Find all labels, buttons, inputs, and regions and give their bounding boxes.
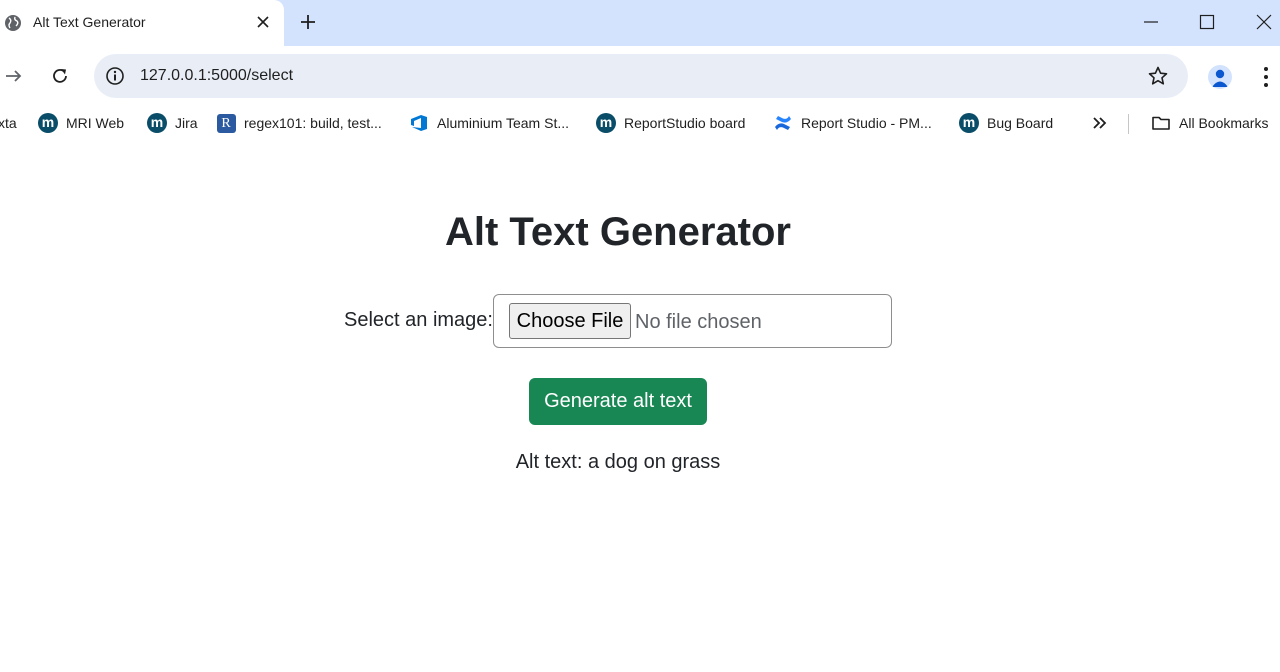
confluence-icon (773, 113, 793, 133)
address-bar[interactable]: 127.0.0.1:5000/select (94, 54, 1188, 98)
r-logo-icon: R (216, 113, 236, 133)
bookmark-star-icon[interactable] (1147, 65, 1169, 87)
bookmark-label: MRI Web (66, 115, 125, 131)
m-logo-icon: m (596, 113, 616, 133)
bookmark-item[interactable]: Aluminium Team St... (409, 106, 569, 140)
close-tab-icon[interactable] (254, 13, 272, 31)
profile-avatar-icon[interactable] (1208, 65, 1232, 89)
bookmarks-divider (1128, 114, 1129, 134)
bookmark-item[interactable]: R regex101: build, test... (216, 106, 382, 140)
maximize-icon[interactable] (1197, 12, 1217, 32)
bookmark-item[interactable]: m MRI Web (38, 106, 124, 140)
tab-strip: Alt Text Generator (0, 0, 1280, 46)
page-title: Alt Text Generator (445, 210, 791, 254)
tab-title: Alt Text Generator (33, 14, 146, 30)
folder-icon (1151, 113, 1171, 133)
choose-file-button[interactable]: Choose File (509, 303, 631, 339)
bookmark-item[interactable]: xta (0, 106, 17, 140)
reload-icon[interactable] (50, 66, 70, 86)
m-logo-icon: m (147, 113, 167, 133)
minimize-icon[interactable] (1141, 12, 1161, 32)
site-info-icon[interactable] (104, 65, 126, 87)
bookmark-label: Jira (175, 115, 198, 131)
m-logo-icon: m (959, 113, 979, 133)
all-bookmarks-button[interactable]: All Bookmarks (1151, 106, 1268, 140)
m-logo-icon: m (38, 113, 58, 133)
select-image-label: Select an image: (344, 309, 493, 331)
chevron-double-right-icon[interactable] (1090, 113, 1110, 133)
bookmark-label: regex101: build, test... (244, 115, 382, 131)
bookmark-label: Bug Board (987, 115, 1054, 131)
bookmark-label: Report Studio - PM... (801, 115, 932, 131)
active-tab[interactable]: Alt Text Generator (0, 0, 284, 46)
azure-devops-icon (409, 113, 429, 133)
page-content: Alt Text Generator Select an image: Choo… (0, 140, 1280, 672)
url-text[interactable]: 127.0.0.1:5000/select (140, 67, 293, 85)
bookmark-label: Aluminium Team St... (437, 115, 570, 131)
more-menu-icon[interactable] (1256, 65, 1276, 89)
close-window-icon[interactable] (1254, 12, 1274, 32)
bookmark-label: ReportStudio board (624, 115, 746, 131)
forward-arrow-icon[interactable] (4, 66, 24, 86)
bookmarks-bar: xta m MRI Web m Jira R regex101: build, … (0, 106, 1280, 140)
generate-alt-text-button[interactable]: Generate alt text (529, 378, 707, 425)
browser-toolbar: 127.0.0.1:5000/select (0, 46, 1280, 106)
bookmark-item[interactable]: m ReportStudio board (596, 106, 745, 140)
bookmark-item[interactable]: Report Studio - PM... (773, 106, 932, 140)
globe-icon (5, 15, 21, 31)
bookmark-item[interactable]: m Jira (147, 106, 198, 140)
bookmark-item[interactable]: m Bug Board (959, 106, 1053, 140)
all-bookmarks-label: All Bookmarks (1179, 115, 1269, 131)
alt-text-result: Alt text: a dog on grass (515, 451, 721, 473)
file-input[interactable]: Choose File No file chosen (493, 294, 892, 348)
new-tab-icon[interactable] (298, 12, 318, 32)
file-status-text: No file chosen (635, 311, 762, 333)
bookmark-label: xta (0, 115, 17, 131)
